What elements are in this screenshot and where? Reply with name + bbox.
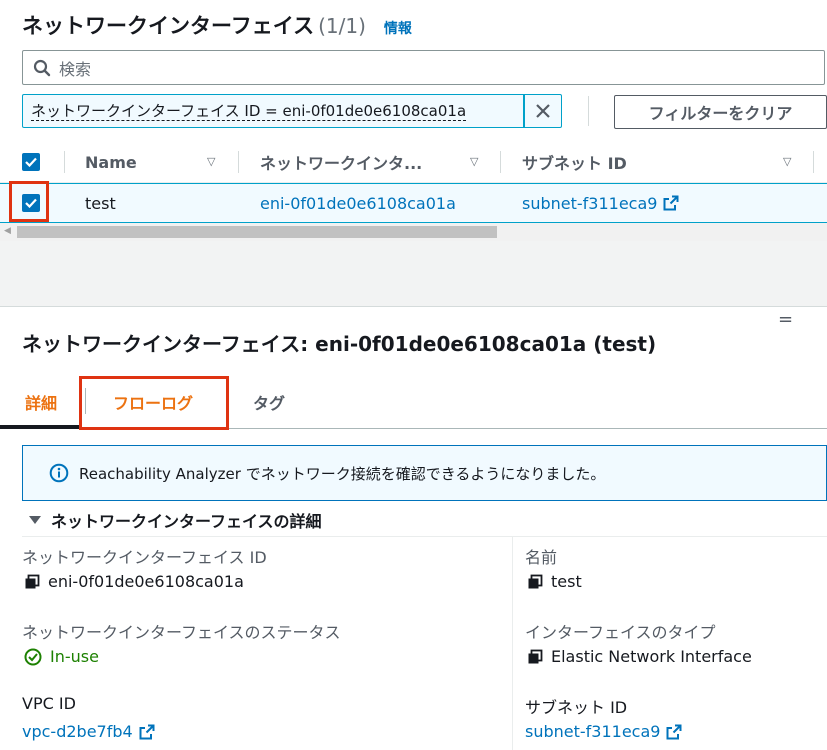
table-header: Name ▽ ネットワークインタ... ▽ サブネット ID ▽ [0, 141, 827, 183]
search-icon [33, 59, 51, 76]
status-label: ネットワークインターフェイスのステータス [22, 623, 341, 642]
copy-icon[interactable] [527, 649, 543, 665]
detail-title: ネットワークインターフェイス: eni-0f01de0e6108ca01a (t… [22, 332, 657, 356]
scroll-left-icon[interactable]: ◀ [4, 226, 11, 236]
select-all-checkbox[interactable] [22, 141, 40, 183]
checkbox-checked-icon [22, 153, 40, 171]
subnet-text: subnet-f311eca9 [525, 722, 661, 741]
section-title: ネットワークインターフェイスの詳細 [51, 512, 322, 531]
section-header[interactable]: ネットワークインターフェイスの詳細 [28, 508, 322, 532]
page-title-text: ネットワークインターフェイス [22, 14, 315, 38]
row-subnet-text: subnet-f311eca9 [522, 193, 658, 213]
item-count: (1/1) [318, 14, 366, 38]
clear-filters-button[interactable]: フィルターをクリア [614, 95, 827, 129]
column-header-subnet-id[interactable]: サブネット ID [522, 141, 627, 183]
eni-id-text: eni-0f01de0e6108ca01a [48, 572, 244, 591]
info-link[interactable]: 情報 [384, 21, 412, 37]
type-text: Elastic Network Interface [551, 647, 752, 666]
column-header-eni-id[interactable]: ネットワークインタ... [260, 141, 422, 183]
caret-down-icon[interactable]: ▽ [783, 155, 791, 168]
horizontal-scrollbar[interactable]: ◀ [0, 223, 827, 241]
vpc-label: VPC ID [22, 694, 76, 713]
name-text: test [551, 572, 582, 591]
type-value: Elastic Network Interface [527, 647, 752, 666]
split-gap [0, 241, 827, 307]
search-placeholder: 検索 [59, 59, 92, 79]
info-alert: Reachability Analyzer でネットワーク接続を確認できるように… [22, 445, 827, 501]
column-separator [512, 537, 513, 750]
active-tab-indicator [0, 425, 80, 429]
type-label: インターフェイスのタイプ [525, 623, 716, 642]
vpc-text: vpc-d2be7fb4 [22, 722, 133, 741]
filter-token-text: ネットワークインターフェイス ID = eni-0f01de0e6108ca01… [31, 101, 467, 121]
info-icon [49, 463, 69, 483]
page-title: ネットワークインターフェイス (1/1) 情報 [22, 10, 412, 40]
name-value: test [527, 572, 582, 591]
eni-id-value: eni-0f01de0e6108ca01a [24, 572, 244, 591]
copy-icon[interactable] [527, 574, 543, 590]
eni-id-label: ネットワークインターフェイス ID [22, 548, 267, 567]
external-link-icon [663, 195, 679, 211]
column-divider [238, 151, 239, 173]
caret-down-icon[interactable]: ▽ [470, 155, 478, 168]
close-icon [536, 104, 550, 118]
tab-tags[interactable]: タグ [253, 390, 285, 414]
drag-handle-icon[interactable]: = [778, 309, 793, 330]
column-divider [64, 151, 65, 173]
column-divider [813, 151, 814, 173]
column-divider [500, 151, 501, 173]
highlight-row-checkbox [9, 181, 49, 222]
toolbar-divider [588, 96, 589, 126]
status-value: In-use [24, 647, 99, 666]
row-name: test [85, 193, 116, 213]
subnet-label: サブネット ID [525, 698, 628, 717]
split-divider [0, 306, 827, 307]
subnet-link[interactable]: subnet-f311eca9 [525, 722, 682, 741]
highlight-flow-logs-tab [79, 376, 229, 430]
status-ok-icon [24, 648, 42, 665]
name-label: 名前 [525, 548, 558, 567]
remove-filter-button[interactable] [524, 94, 562, 128]
copy-icon[interactable] [24, 574, 40, 590]
vpc-link[interactable]: vpc-d2be7fb4 [22, 722, 155, 741]
column-header-name[interactable]: Name [85, 141, 137, 183]
status-text: In-use [50, 647, 99, 666]
external-link-icon [139, 724, 155, 739]
row-subnet-link[interactable]: subnet-f311eca9 [522, 184, 679, 222]
filter-token[interactable]: ネットワークインターフェイス ID = eni-0f01de0e6108ca01… [22, 94, 524, 128]
table-row[interactable]: test eni-0f01de0e6108ca01a subnet-f311ec… [0, 183, 827, 223]
section-divider [22, 536, 827, 537]
triangle-down-icon [29, 516, 41, 524]
alert-text: Reachability Analyzer でネットワーク接続を確認できるように… [79, 464, 606, 483]
row-eni-id-link[interactable]: eni-0f01de0e6108ca01a [260, 184, 456, 222]
caret-down-icon[interactable]: ▽ [207, 155, 215, 168]
scrollbar-thumb[interactable] [17, 226, 497, 238]
search-input[interactable]: 検索 [22, 50, 825, 85]
tab-details[interactable]: 詳細 [25, 390, 57, 414]
external-link-icon [666, 724, 682, 739]
